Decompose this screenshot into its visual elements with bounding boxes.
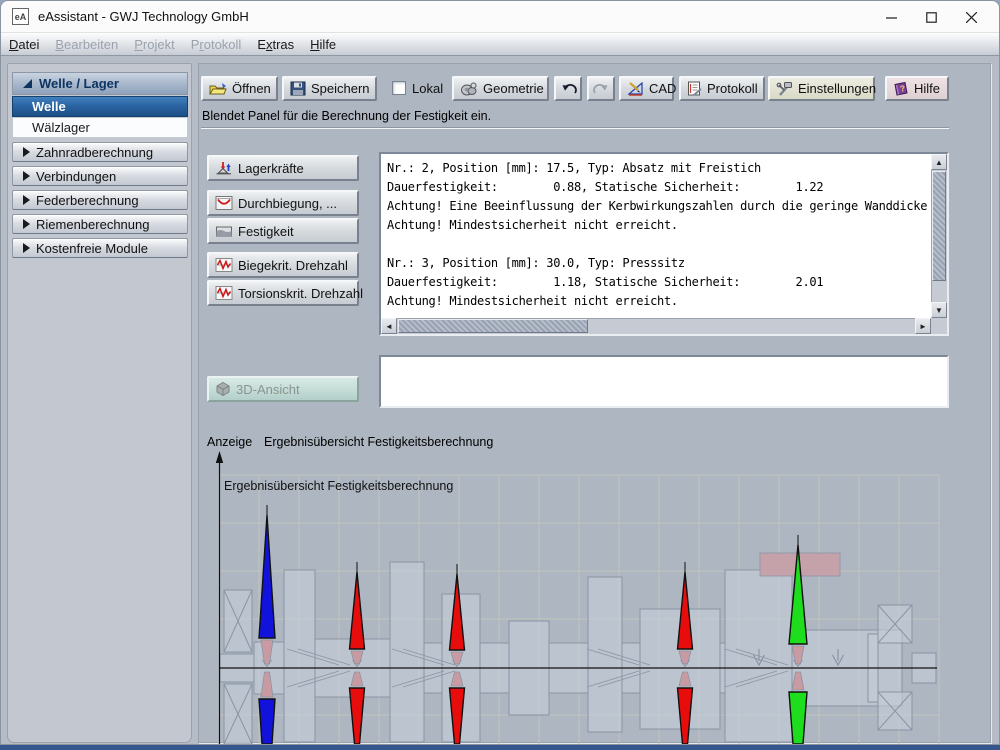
titlebar: eA eAssistant - GWJ Technology GmbH	[1, 1, 999, 33]
collapsed-triangle-icon	[22, 194, 30, 206]
geometry-button[interactable]: Geometrie	[452, 76, 549, 101]
deflection-curve-icon	[215, 195, 233, 211]
scrollbar-corner	[931, 318, 947, 334]
horizontal-scroll-thumb[interactable]	[398, 319, 588, 333]
save-floppy-icon	[290, 81, 306, 96]
strength-shaft-icon	[215, 224, 233, 238]
strength-button[interactable]: Festigkeit	[207, 218, 359, 244]
sidebar-group-zahnradberechnung[interactable]: Zahnradberechnung	[12, 142, 188, 162]
save-button[interactable]: Speichern	[282, 76, 377, 101]
menu-datei[interactable]: Datei	[9, 37, 39, 52]
minimize-icon	[886, 12, 897, 23]
menu-bearbeiten: Bearbeiten	[55, 37, 118, 52]
display-value-dropdown[interactable]: Ergebnisübersicht Festigkeitsberechnung	[264, 435, 493, 449]
app-window: eA eAssistant - GWJ Technology GmbH Date…	[0, 0, 1000, 745]
undo-button[interactable]	[554, 76, 582, 101]
local-checkbox[interactable]	[392, 81, 406, 95]
menu-protokoll: Protokoll	[191, 37, 242, 52]
protocol-document-icon	[687, 81, 702, 96]
sidebar-group-verbindungen[interactable]: Verbindungen	[12, 166, 188, 186]
maximize-icon	[926, 12, 937, 23]
redo-button	[587, 76, 615, 101]
sidebar-group-federberechnung[interactable]: Federberechnung	[12, 190, 188, 210]
bending-wave-icon	[215, 257, 233, 273]
main-panel: Öffnen Speichern Lokal	[198, 63, 991, 743]
scroll-down-button[interactable]: ▼	[931, 302, 947, 318]
close-icon	[966, 12, 977, 23]
menu-hilfe[interactable]: Hilfe	[310, 37, 336, 52]
vertical-scrollbar[interactable]: ▲ ▼	[931, 154, 947, 318]
app-icon: eA	[12, 8, 29, 25]
scroll-left-button[interactable]: ◄	[381, 318, 397, 334]
close-button[interactable]	[951, 2, 991, 32]
menu-projekt: Projekt	[134, 37, 174, 52]
sidebar-group-riemenberechnung[interactable]: Riemenberechnung	[12, 214, 188, 234]
open-button[interactable]: Öffnen	[201, 76, 278, 101]
cube-3d-icon	[215, 381, 231, 397]
collapsed-triangle-icon	[22, 218, 30, 230]
cad-button[interactable]: CAD	[619, 76, 674, 101]
torsion-speed-button[interactable]: Torsionskrit. Drehzahl	[207, 280, 359, 306]
undo-icon	[560, 82, 577, 95]
view-3d-button: 3D-Ansicht	[207, 376, 359, 402]
minimize-button[interactable]	[871, 2, 911, 32]
local-checkbox-label: Lokal	[412, 81, 443, 96]
open-folder-icon	[209, 81, 227, 96]
display-label: Anzeige	[207, 435, 252, 449]
redo-icon	[593, 82, 610, 95]
collapsed-triangle-icon	[22, 242, 30, 254]
help-book-icon: ?	[893, 81, 909, 96]
torsion-wave-icon	[215, 285, 233, 301]
menubar: Datei Bearbeiten Projekt Protokoll Extra…	[1, 33, 999, 56]
settings-button[interactable]: Einstellungen	[768, 76, 875, 101]
sidebar-item-waelzlager[interactable]: Wälzlager	[12, 117, 188, 138]
sidebar-item-welle[interactable]: Welle	[12, 96, 188, 117]
separator	[201, 127, 949, 129]
desktop: { "window": { "title": "eAssistant - GWJ…	[0, 0, 1000, 750]
bearing-forces-button[interactable]: Lagerkräfte	[207, 155, 359, 181]
message-box	[379, 355, 949, 408]
diagram-title: Ergebnisübersicht Festigkeitsberechnung	[224, 479, 453, 493]
maximize-button[interactable]	[911, 2, 951, 32]
sidebar-header-label: Welle / Lager	[39, 76, 119, 91]
sidebar-group-kostenfreie-module[interactable]: Kostenfreie Module	[12, 238, 188, 258]
status-text: Blendet Panel für die Berechnung der Fes…	[202, 109, 491, 123]
menu-extras[interactable]: Extras	[257, 37, 294, 52]
deflection-button[interactable]: Durchbiegung, ...	[207, 190, 359, 216]
scroll-up-button[interactable]: ▲	[931, 154, 947, 170]
help-button[interactable]: ? Hilfe	[885, 76, 949, 101]
result-output-text: Nr.: 2, Position [mm]: 17.5, Typ: Absatz…	[387, 159, 929, 316]
collapsed-triangle-icon	[22, 146, 30, 158]
collapsed-triangle-icon	[22, 170, 30, 182]
vertical-scroll-thumb[interactable]	[932, 171, 946, 281]
window-title: eAssistant - GWJ Technology GmbH	[38, 9, 249, 24]
cad-ruler-icon	[627, 81, 644, 96]
protocol-button[interactable]: Protokoll	[679, 76, 765, 101]
sidebar-header-welle-lager[interactable]: Welle / Lager	[12, 72, 188, 95]
horizontal-scrollbar[interactable]: ◄ ►	[381, 318, 931, 334]
result-output-area[interactable]: Nr.: 2, Position [mm]: 17.5, Typ: Absatz…	[379, 152, 949, 336]
content-area: Welle / Lager Welle Wälzlager Zahnradber…	[1, 57, 1000, 745]
bending-speed-button[interactable]: Biegekrit. Drehzahl	[207, 252, 359, 278]
settings-tools-icon	[776, 81, 793, 97]
bearing-forces-icon	[215, 161, 233, 176]
geometry-shaft-icon	[460, 81, 478, 97]
expanded-triangle-icon	[22, 78, 33, 89]
sidebar: Welle / Lager Welle Wälzlager Zahnradber…	[7, 63, 192, 743]
scroll-right-button[interactable]: ►	[915, 318, 931, 334]
